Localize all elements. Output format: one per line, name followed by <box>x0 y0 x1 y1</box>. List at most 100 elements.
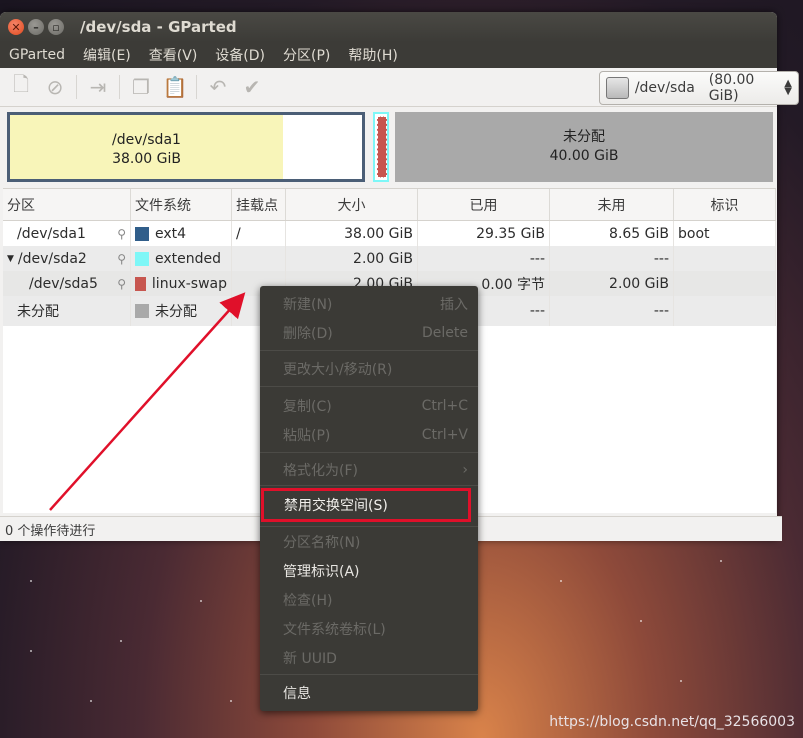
flags <box>674 271 776 296</box>
paste-icon[interactable]: 📋 <box>162 74 188 100</box>
close-icon[interactable]: ✕ <box>8 19 24 35</box>
copy-icon[interactable]: ❐ <box>128 74 154 100</box>
expander-icon[interactable]: ▼ <box>7 254 14 264</box>
menu-separator <box>260 350 478 351</box>
menu-item-manage-flags[interactable]: 管理标识(A) <box>260 559 478 583</box>
menu-item-delete[interactable]: 删除(D) Delete <box>260 321 478 345</box>
graph-sda1-name: /dev/sda1 <box>112 132 181 148</box>
filesystem: ext4 <box>155 225 187 242</box>
menu-item-copy[interactable]: 复制(C) Ctrl+C <box>260 394 478 418</box>
key-icon: ⚲ <box>117 276 126 291</box>
minimize-icon[interactable]: – <box>28 19 44 35</box>
menu-label: 粘贴(P) <box>283 428 331 444</box>
partition-name: /dev/sda1 <box>17 225 86 242</box>
menu-label: 格式化为(F) <box>283 463 358 479</box>
column-flags[interactable]: 标识 <box>674 189 776 220</box>
filesystem: 未分配 <box>155 304 197 320</box>
watermark: https://blog.csdn.net/qq_32566003 <box>549 714 795 730</box>
menu-label: 删除(D) <box>283 326 333 342</box>
partition-name: /dev/sda2 <box>17 250 87 267</box>
menu-label: 复制(C) <box>283 399 332 415</box>
size: 2.00 GiB <box>286 246 418 271</box>
column-size[interactable]: 大小 <box>286 189 418 220</box>
menu-separator <box>260 485 478 486</box>
menu-separator <box>260 386 478 387</box>
unused: 2.00 GiB <box>550 271 674 296</box>
graph-unallocated[interactable]: 未分配 40.00 GiB <box>395 112 773 182</box>
flags <box>674 296 776 326</box>
device-size: (80.00 GiB) <box>708 72 755 104</box>
mountpoint: / <box>232 221 286 246</box>
unused: --- <box>550 296 674 326</box>
menu-item-new-uuid[interactable]: 新 UUID <box>260 646 478 670</box>
partition-graph: /dev/sda1 38.00 GiB 未分配 40.00 GiB <box>7 112 773 182</box>
graph-partition-sda1[interactable]: /dev/sda1 38.00 GiB <box>7 112 365 182</box>
key-icon: ⚲ <box>117 226 126 241</box>
column-partition[interactable]: 分区 <box>3 189 131 220</box>
menubar: GParted 编辑(E) 查看(V) 设备(D) 分区(P) 帮助(H) <box>0 42 777 68</box>
key-icon: ⚲ <box>117 251 126 266</box>
unused: --- <box>550 246 674 271</box>
used: --- <box>418 246 550 271</box>
column-mountpoint[interactable]: 挂载点 <box>232 189 286 220</box>
filesystem: linux-swap <box>151 275 227 292</box>
table-row[interactable]: /dev/sda1 ⚲ ext4 / 38.00 GiB 29.35 GiB 8.… <box>3 221 776 246</box>
menu-device[interactable]: 设备(D) <box>206 45 274 65</box>
fs-color-swatch <box>135 304 149 318</box>
table-row[interactable]: ▼/dev/sda2 ⚲ extended 2.00 GiB --- --- <box>3 246 776 271</box>
partition-name: /dev/sda5 <box>29 275 98 292</box>
menu-separator <box>260 526 478 527</box>
graph-unallocated-size: 40.00 GiB <box>549 148 619 164</box>
fs-color-swatch <box>135 276 146 291</box>
submenu-arrow-icon: › <box>462 462 468 478</box>
disk-icon <box>606 77 629 99</box>
device-name: /dev/sda <box>634 80 695 96</box>
titlebar: ✕ – ▫ /dev/sda - GParted <box>0 12 777 42</box>
menu-accelerator: Delete <box>422 325 468 341</box>
menu-separator <box>260 452 478 453</box>
menu-label: 新建(N) <box>283 297 333 313</box>
column-unused[interactable]: 未用 <box>550 189 674 220</box>
toolbar-separator <box>196 75 197 99</box>
graph-partition-swap[interactable] <box>377 116 387 178</box>
mountpoint <box>232 246 286 271</box>
size: 38.00 GiB <box>286 221 418 246</box>
apply-icon[interactable]: ✔ <box>239 74 265 100</box>
menu-separator <box>260 674 478 675</box>
toolbar-separator <box>76 75 77 99</box>
window-title: /dev/sda - GParted <box>80 18 237 36</box>
menu-item-check[interactable]: 检查(H) <box>260 588 478 612</box>
table-header: 分区 文件系统 挂载点 大小 已用 未用 标识 <box>3 189 776 221</box>
menu-gparted[interactable]: GParted <box>0 47 74 63</box>
menu-item-partition-name[interactable]: 分区名称(N) <box>260 530 478 554</box>
partition-name: 未分配 <box>3 296 131 326</box>
menu-item-format[interactable]: 格式化为(F) › <box>260 458 478 482</box>
resize-move-icon[interactable]: ⇥ <box>85 74 111 100</box>
menu-view[interactable]: 查看(V) <box>140 45 207 65</box>
menu-accelerator: 插入 <box>440 297 468 313</box>
column-used[interactable]: 已用 <box>418 189 550 220</box>
menu-help[interactable]: 帮助(H) <box>339 45 406 65</box>
device-selector[interactable]: /dev/sda (80.00 GiB) ▲ ▼ <box>599 71 799 105</box>
new-partition-icon[interactable]: 🗋 <box>8 72 34 100</box>
delete-icon[interactable]: ⊘ <box>42 74 68 100</box>
used: 29.35 GiB <box>418 221 550 246</box>
menu-item-resize-move[interactable]: 更改大小/移动(R) <box>260 357 478 381</box>
graph-sda1-size: 38.00 GiB <box>112 151 181 167</box>
fs-color-swatch <box>135 226 149 241</box>
maximize-icon[interactable]: ▫ <box>48 19 64 35</box>
menu-item-paste[interactable]: 粘贴(P) Ctrl+V <box>260 423 478 447</box>
menu-item-info[interactable]: 信息 <box>260 681 478 705</box>
chevron-updown-icon: ▲ ▼ <box>784 78 792 97</box>
menu-item-new[interactable]: 新建(N) 插入 <box>260 292 478 316</box>
menu-edit[interactable]: 编辑(E) <box>74 45 140 65</box>
graph-partition-extended[interactable] <box>373 112 389 182</box>
flags: boot <box>674 221 776 246</box>
menu-partition[interactable]: 分区(P) <box>274 45 339 65</box>
menu-item-fs-label[interactable]: 文件系统卷标(L) <box>260 617 478 641</box>
undo-icon[interactable]: ↶ <box>205 74 231 100</box>
menu-accelerator: Ctrl+V <box>421 427 468 443</box>
menu-item-swapoff[interactable]: 禁用交换空间(S) <box>261 488 471 522</box>
column-filesystem[interactable]: 文件系统 <box>131 189 232 220</box>
menu-accelerator: Ctrl+C <box>421 398 468 414</box>
